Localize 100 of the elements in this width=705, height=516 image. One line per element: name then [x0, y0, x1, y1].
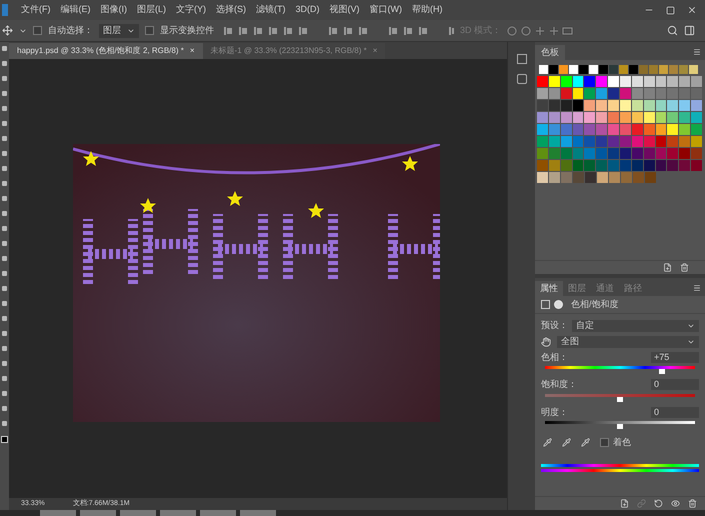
eyedropper-icon[interactable] — [543, 438, 552, 448]
color-swatch[interactable] — [560, 148, 572, 159]
color-swatch[interactable] — [632, 88, 643, 99]
color-swatch[interactable] — [632, 100, 643, 111]
color-swatch[interactable] — [548, 136, 560, 147]
color-swatch[interactable] — [584, 124, 596, 135]
color-swatch[interactable] — [667, 148, 678, 159]
color-swatch[interactable] — [679, 136, 690, 147]
color-swatch[interactable] — [560, 88, 572, 99]
color-swatch[interactable] — [620, 160, 631, 171]
color-swatch[interactable] — [649, 65, 658, 74]
color-swatch[interactable] — [548, 124, 560, 135]
color-swatch[interactable] — [620, 124, 631, 135]
color-swatch[interactable] — [645, 172, 656, 183]
color-swatch[interactable] — [608, 76, 620, 87]
color-swatch[interactable] — [572, 148, 584, 159]
color-swatch[interactable] — [632, 148, 643, 159]
color-swatch[interactable] — [584, 148, 596, 159]
color-swatch[interactable] — [644, 148, 655, 159]
color-swatch[interactable] — [679, 76, 690, 87]
tool-icon[interactable] — [2, 286, 7, 291]
target-dropdown[interactable]: 图层 — [99, 24, 139, 38]
search-icon[interactable] — [667, 25, 678, 36]
menu-item[interactable]: 视图(V) — [324, 3, 364, 17]
color-swatch[interactable] — [629, 65, 638, 74]
color-swatch[interactable] — [656, 88, 666, 99]
maximize-icon[interactable] — [666, 6, 675, 14]
color-swatch[interactable] — [632, 112, 643, 123]
color-swatch[interactable] — [537, 100, 548, 111]
menu-item[interactable]: 窗口(W) — [364, 3, 407, 17]
color-swatch[interactable] — [691, 160, 702, 171]
color-swatch[interactable] — [599, 65, 608, 74]
slider-value-field[interactable]: 0 — [651, 379, 699, 390]
color-swatch[interactable] — [667, 136, 678, 147]
color-swatch[interactable] — [667, 88, 678, 99]
tool-icon[interactable] — [2, 151, 7, 156]
color-swatch[interactable] — [537, 136, 548, 147]
color-swatch[interactable] — [656, 160, 666, 171]
color-swatch[interactable] — [584, 76, 596, 87]
color-swatch[interactable] — [667, 76, 678, 87]
color-swatch[interactable] — [560, 100, 572, 111]
color-swatch[interactable] — [572, 88, 584, 99]
color-swatch[interactable] — [609, 65, 618, 74]
color-swatch[interactable] — [537, 76, 548, 87]
color-swatch[interactable] — [560, 76, 572, 87]
tool-icon[interactable] — [2, 331, 7, 336]
trash-icon[interactable] — [688, 499, 697, 508]
slider-value-field[interactable]: +75 — [651, 352, 699, 363]
show-transform-checkbox[interactable] — [145, 26, 154, 35]
color-swatch[interactable] — [596, 148, 608, 159]
color-swatch[interactable] — [609, 172, 620, 183]
color-swatch[interactable] — [667, 160, 678, 171]
color-swatch[interactable] — [560, 136, 572, 147]
color-swatch[interactable] — [689, 65, 698, 74]
tool-icon[interactable] — [2, 76, 7, 81]
color-swatch[interactable] — [537, 160, 548, 171]
color-swatch[interactable] — [621, 172, 632, 183]
color-swatch[interactable] — [537, 112, 548, 123]
color-swatch[interactable] — [679, 148, 690, 159]
color-swatch[interactable] — [572, 160, 584, 171]
slider-thumb[interactable] — [617, 424, 623, 429]
color-swatch[interactable] — [644, 124, 655, 135]
tool-icon[interactable] — [2, 196, 7, 201]
tool-icon[interactable] — [2, 166, 7, 171]
color-swatch[interactable] — [537, 172, 548, 183]
taskbar-thumbnail[interactable] — [200, 510, 236, 516]
preset-dropdown[interactable]: 自定 — [572, 320, 699, 332]
tool-icon[interactable] — [2, 421, 7, 426]
color-swatch[interactable] — [632, 136, 643, 147]
color-swatch[interactable] — [691, 148, 702, 159]
tool-icon[interactable] — [2, 91, 7, 96]
color-swatch[interactable] — [539, 65, 548, 74]
color-swatch[interactable] — [596, 124, 608, 135]
color-swatch[interactable] — [572, 112, 584, 123]
color-swatch[interactable] — [656, 136, 666, 147]
colorize-checkbox[interactable] — [600, 438, 609, 448]
taskbar-thumbnail[interactable] — [80, 510, 116, 516]
color-swatch[interactable] — [596, 160, 608, 171]
tool-icon[interactable] — [2, 361, 7, 366]
color-swatch[interactable] — [548, 88, 560, 99]
color-swatch[interactable] — [537, 148, 548, 159]
color-swatch[interactable] — [569, 65, 578, 74]
color-swatch[interactable] — [572, 100, 584, 111]
color-swatch[interactable] — [560, 124, 572, 135]
color-swatch[interactable] — [620, 148, 631, 159]
color-swatch[interactable] — [572, 136, 584, 147]
color-swatch[interactable] — [579, 65, 588, 74]
color-swatch[interactable] — [639, 65, 648, 74]
tool-icon[interactable] — [2, 241, 7, 246]
color-swatch[interactable] — [584, 88, 596, 99]
taskbar-thumbnail[interactable] — [40, 510, 76, 516]
menu-item[interactable]: 文字(Y) — [171, 3, 211, 17]
menu-item[interactable]: 3D(D) — [290, 3, 324, 17]
slider-thumb[interactable] — [658, 369, 665, 374]
clip-layer-icon[interactable] — [620, 499, 629, 508]
color-swatch[interactable] — [659, 65, 668, 74]
trash-icon[interactable] — [680, 263, 689, 272]
color-swatch[interactable] — [667, 112, 678, 123]
menu-item[interactable]: 编辑(E) — [56, 3, 96, 17]
tool-icon[interactable] — [2, 376, 7, 381]
